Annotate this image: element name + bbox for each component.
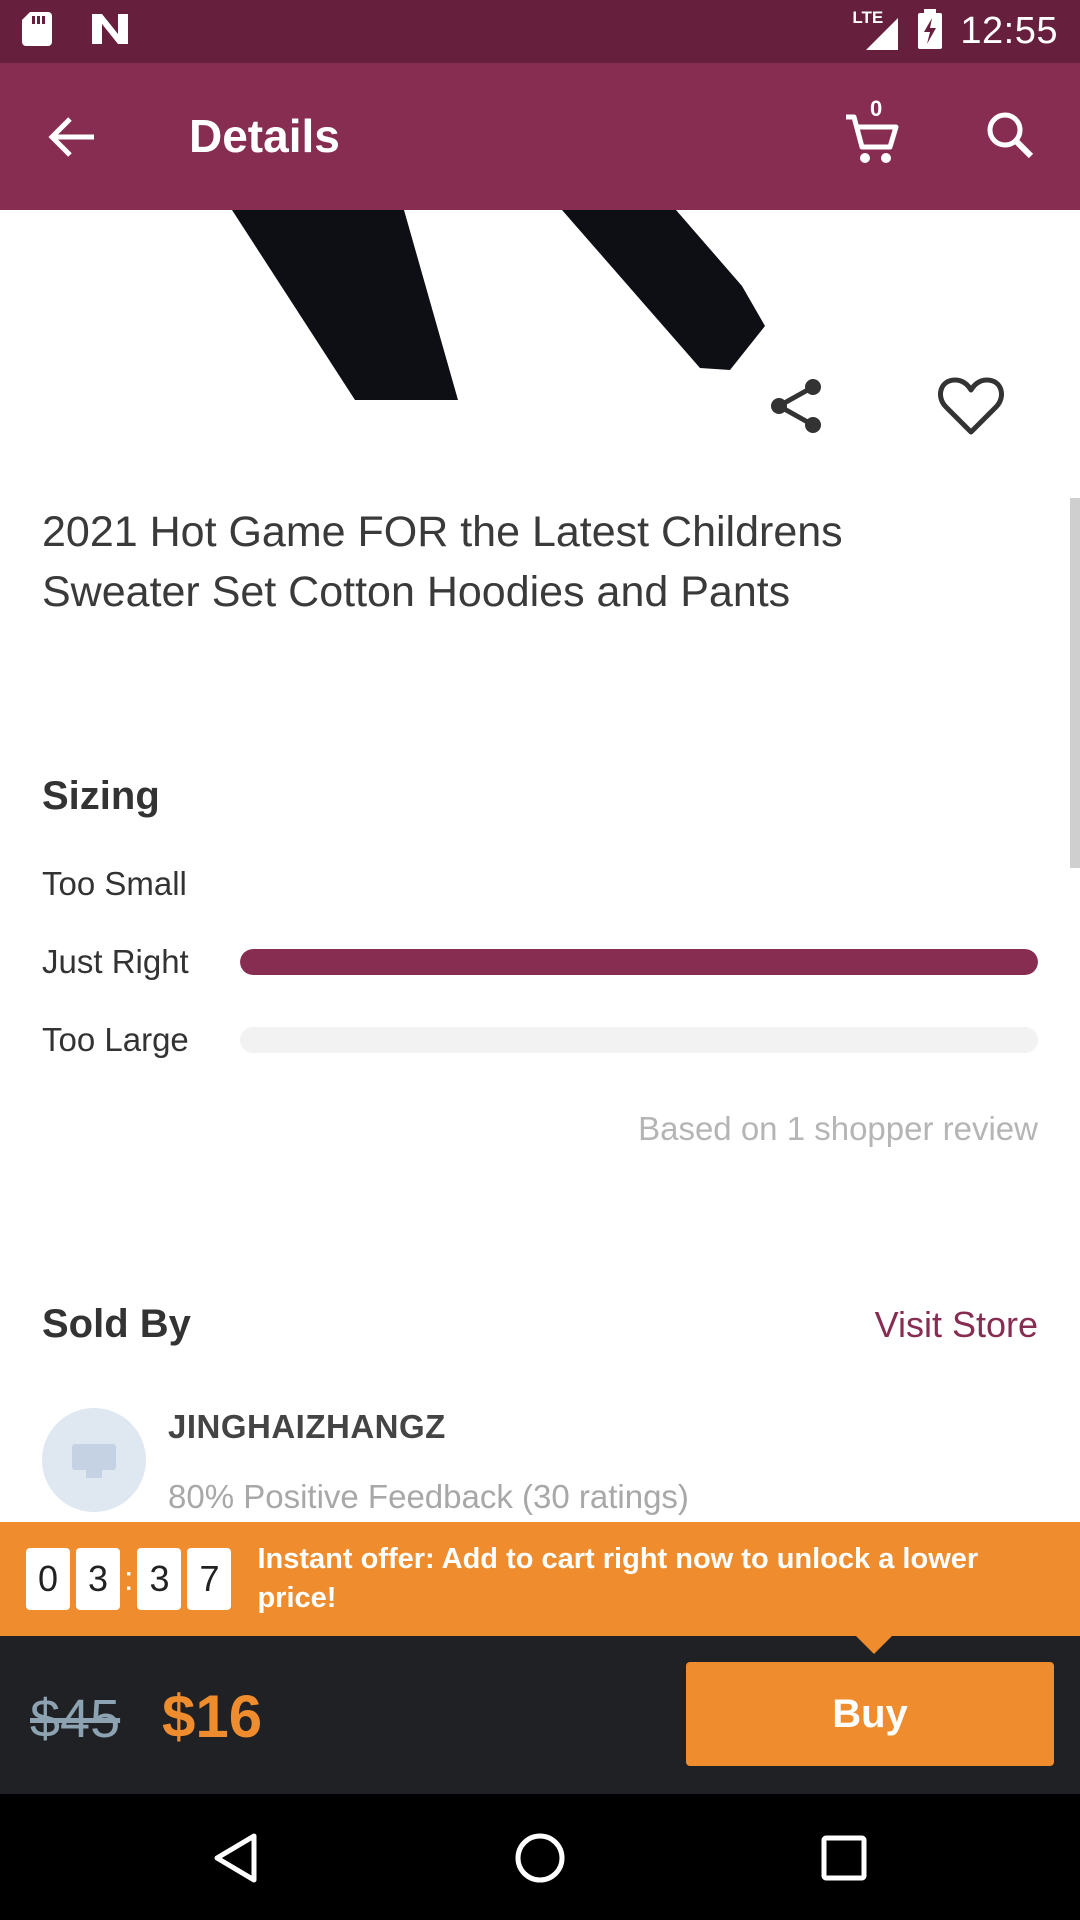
review-count-note: Based on 1 shopper review (638, 1110, 1038, 1147)
timer-digit: 3 (76, 1548, 120, 1610)
size-label: Just Right (42, 943, 189, 980)
product-image[interactable] (0, 210, 1080, 480)
triangle-back-icon (214, 1833, 257, 1883)
buy-button[interactable]: Buy (686, 1662, 1054, 1766)
circle-home-icon (515, 1833, 565, 1883)
share-icon (771, 379, 821, 433)
size-label: Too Small (42, 865, 187, 902)
favorite-button[interactable] (935, 370, 1007, 442)
back-button[interactable] (40, 105, 104, 169)
clock: 12:55 (960, 10, 1058, 52)
sd-card-icon (22, 12, 52, 51)
offer-pointer (856, 1636, 892, 1654)
battery-charging-icon (918, 9, 943, 54)
store-feedback: 80% Positive Feedback (30 ratings) (168, 1478, 689, 1515)
share-button[interactable] (764, 374, 828, 438)
size-row-too-small: Too Small (42, 858, 1038, 910)
page-title: Details (189, 110, 340, 162)
size-bar-fill (240, 949, 1038, 975)
timer-separator: : (124, 1559, 134, 1598)
sold-by-title: Sold By (42, 1302, 191, 1346)
product-details-screen: LTE 12:55 Details 0 2021 Hot Game FOR th… (0, 0, 1080, 1920)
app-bar: Details 0 (0, 63, 1080, 210)
search-icon (987, 112, 1034, 159)
countdown-timer: 0 3 : 3 7 (26, 1548, 237, 1610)
square-recents-icon (821, 1835, 867, 1881)
nav-recents-button[interactable] (808, 1822, 880, 1894)
search-button[interactable] (978, 103, 1042, 167)
cart-count-badge: 0 (870, 96, 883, 121)
navigation-bar (0, 1794, 1080, 1920)
product-photo (232, 210, 765, 400)
back-arrow-icon (48, 117, 94, 157)
notification-n-icon (90, 12, 130, 51)
product-title: 2021 Hot Game FOR the Latest Childrens S… (42, 508, 843, 616)
store-avatar[interactable] (42, 1408, 146, 1512)
timer-digit: 3 (137, 1548, 182, 1610)
size-bar-track (240, 1027, 1038, 1053)
size-bar-track (240, 871, 1038, 897)
scrollbar[interactable] (1070, 498, 1080, 868)
nav-back-button[interactable] (200, 1822, 272, 1894)
heart-icon (938, 377, 1004, 435)
size-label: Too Large (42, 1021, 189, 1058)
size-bar-track (240, 949, 1038, 975)
visit-store-link[interactable]: Visit Store (875, 1304, 1038, 1346)
timer-digit: 0 (26, 1548, 70, 1610)
offer-text: Instant offer: Add to cart right now to … (257, 1543, 979, 1614)
store-name[interactable]: JINGHAIZHANGZ (168, 1408, 446, 1446)
original-price: $45 (30, 1689, 121, 1749)
timer-digit: 7 (187, 1548, 232, 1610)
sizing-title: Sizing (42, 774, 160, 818)
sale-price: $16 (162, 1683, 263, 1750)
signal-icon: LTE (852, 8, 900, 52)
size-row-too-large: Too Large (42, 1014, 1038, 1066)
size-row-just-right: Just Right (42, 936, 1038, 988)
instant-offer-banner[interactable]: 0 3 : 3 7 Instant offer: Add to cart rig… (0, 1522, 1080, 1636)
cart-button[interactable]: 0 (838, 96, 908, 169)
status-bar: LTE 12:55 (0, 0, 1080, 63)
store-icon (72, 1444, 116, 1478)
nav-home-button[interactable] (504, 1822, 576, 1894)
